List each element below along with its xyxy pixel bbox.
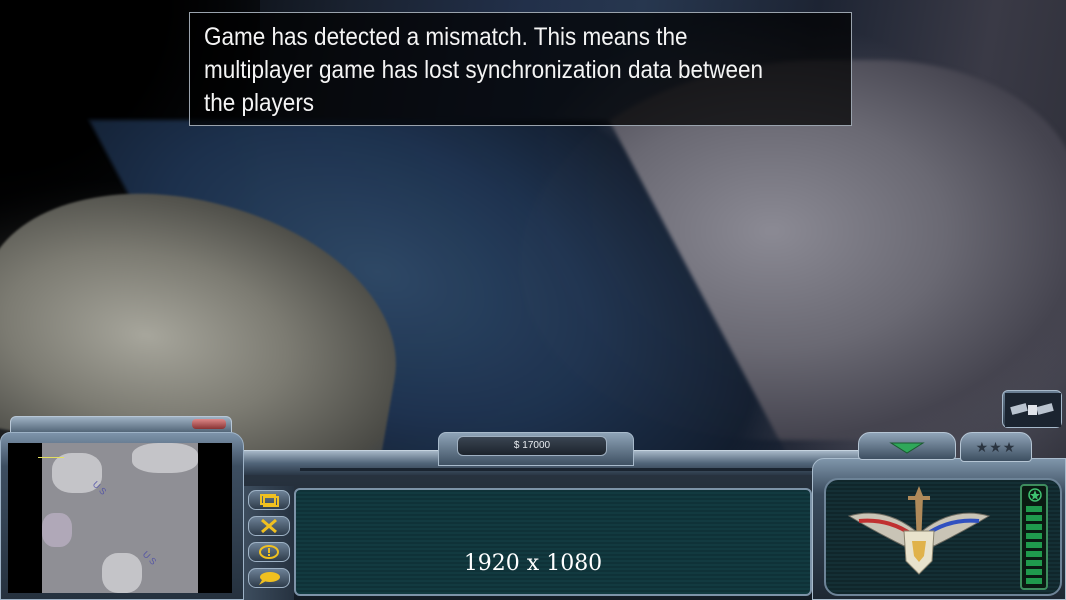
resolution-overlay-text: 1920 x 1080 bbox=[463, 551, 603, 576]
minimap[interactable]: U S U S bbox=[8, 443, 232, 593]
power-segment bbox=[1026, 560, 1042, 566]
repair-tools-icon bbox=[261, 518, 277, 534]
power-segment bbox=[1026, 551, 1042, 557]
power-segment bbox=[1026, 515, 1042, 521]
star-emblem-icon bbox=[1028, 488, 1042, 502]
message-line-3: the players bbox=[204, 89, 315, 117]
power-segment bbox=[1026, 569, 1042, 575]
repair-button[interactable] bbox=[248, 516, 290, 536]
command-panel[interactable] bbox=[294, 488, 812, 596]
satellite-icon bbox=[1005, 393, 1061, 427]
command-side-buttons bbox=[244, 486, 294, 600]
message-line-2: multiplayer game has lost synchronizatio… bbox=[204, 56, 764, 84]
minimap-highland bbox=[102, 553, 142, 593]
minimap-terrain: U S U S bbox=[42, 443, 198, 593]
power-segment bbox=[1026, 542, 1042, 548]
power-segment bbox=[1026, 533, 1042, 539]
chat-button[interactable] bbox=[248, 568, 290, 588]
alert-button[interactable] bbox=[248, 542, 290, 562]
collapse-panel-button[interactable] bbox=[858, 432, 956, 460]
minimap-label: U S bbox=[140, 549, 159, 567]
faction-emblem-icon bbox=[847, 486, 991, 575]
power-segment bbox=[1026, 524, 1042, 530]
mismatch-message-box: Game has detected a mismatch. This means… bbox=[189, 12, 852, 126]
minimap-view-marker bbox=[38, 445, 64, 458]
message-line-1: Game has detected a mismatch. This means… bbox=[204, 23, 688, 51]
minimap-highland bbox=[132, 443, 198, 473]
build-structures-button[interactable] bbox=[248, 490, 290, 510]
power-meter bbox=[1020, 484, 1048, 590]
alert-icon bbox=[259, 545, 279, 559]
chat-bubble-icon bbox=[259, 572, 280, 585]
minimap-label: U S bbox=[90, 479, 109, 497]
build-structures-icon bbox=[260, 494, 279, 507]
money-display: $ 17000 bbox=[457, 436, 607, 456]
chevron-down-icon bbox=[889, 442, 925, 454]
radar-indicator-light bbox=[192, 419, 226, 429]
power-segment bbox=[1026, 506, 1042, 512]
power-segment bbox=[1026, 578, 1042, 584]
general-rank-button[interactable]: ★★★ bbox=[960, 432, 1032, 462]
rail-groove bbox=[300, 468, 820, 471]
minimap-highland bbox=[42, 513, 72, 547]
satellite-button[interactable] bbox=[1002, 390, 1062, 428]
